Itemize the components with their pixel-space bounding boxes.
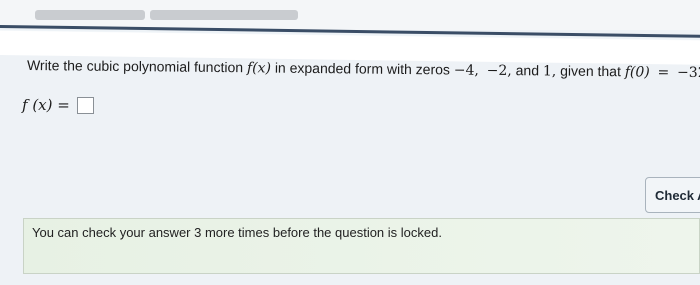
zero-2: −2, xyxy=(486,62,512,80)
condition-equals: = xyxy=(657,64,670,81)
tab-placeholder-1[interactable] xyxy=(35,10,145,20)
question-function: f(x) xyxy=(246,60,272,77)
check-answer-button[interactable]: Check A xyxy=(645,177,700,213)
and-word: and xyxy=(511,62,544,79)
answer-input-box[interactable] xyxy=(76,96,94,114)
zero-1: −4, xyxy=(453,62,480,79)
question-intro: Write the cubic polynomial function xyxy=(26,57,248,76)
attempts-notice: You can check your answer 3 more times b… xyxy=(23,218,700,274)
answer-row: f (x) = xyxy=(22,96,94,114)
tab-placeholder-2[interactable] xyxy=(150,10,298,20)
zero-3: 1, xyxy=(542,63,557,80)
condition-rhs: −32. xyxy=(677,64,700,82)
question-mid: in expanded form with zeros xyxy=(270,59,454,78)
answer-label: f (x) = xyxy=(22,96,70,114)
condition-lhs: f(0) xyxy=(624,64,650,81)
attempts-text: You can check your answer 3 more times b… xyxy=(32,225,442,240)
given-text: given that xyxy=(556,62,625,80)
